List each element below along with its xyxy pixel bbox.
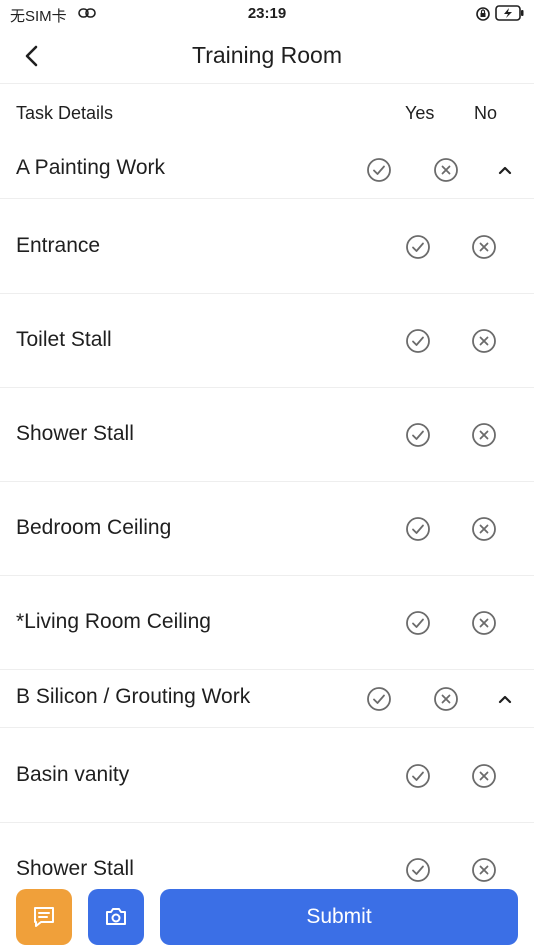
task-label: Basin vanity xyxy=(16,763,130,786)
x-circle-icon xyxy=(472,858,496,882)
task-no-button[interactable] xyxy=(471,328,497,354)
comment-icon xyxy=(34,907,54,927)
section-no-button[interactable] xyxy=(433,686,459,712)
task-yes-button[interactable] xyxy=(405,516,431,542)
task-row: Toilet Stall xyxy=(0,293,534,388)
check-circle-icon xyxy=(406,611,430,635)
nav-bar: Training Room xyxy=(0,28,534,84)
task-row: Shower Stall xyxy=(0,387,534,482)
check-circle-icon xyxy=(406,329,430,353)
task-yes-button[interactable] xyxy=(405,763,431,789)
task-yes-button[interactable] xyxy=(405,328,431,354)
task-yes-button[interactable] xyxy=(405,422,431,448)
status-time: 23:19 xyxy=(247,5,287,22)
x-circle-icon xyxy=(472,517,496,541)
collapse-button[interactable] xyxy=(494,688,516,710)
bottom-action-bar: Submit xyxy=(0,884,534,950)
section-header-painting-work[interactable]: A Painting Work xyxy=(0,141,534,199)
task-yes-button[interactable] xyxy=(405,234,431,260)
section-label: A Painting Work xyxy=(16,156,166,179)
task-label: Shower Stall xyxy=(16,857,134,880)
status-bar: 无SIM卡 23:19 xyxy=(0,0,534,28)
task-row: Basin vanity xyxy=(0,728,534,823)
x-circle-icon xyxy=(472,329,496,353)
chevron-up-icon xyxy=(498,166,512,175)
task-yes-button[interactable] xyxy=(405,857,431,883)
check-circle-icon xyxy=(406,235,430,259)
task-label: Bedroom Ceiling xyxy=(16,516,172,539)
task-row: Entrance xyxy=(0,199,534,294)
task-label: *Living Room Ceiling xyxy=(16,610,211,633)
task-label: Shower Stall xyxy=(16,422,134,445)
battery-icon xyxy=(495,5,525,25)
task-no-button[interactable] xyxy=(471,610,497,636)
task-no-button[interactable] xyxy=(471,763,497,789)
check-circle-icon xyxy=(367,687,391,711)
no-column-header: No xyxy=(474,103,498,123)
x-circle-icon xyxy=(472,611,496,635)
task-row: *Living Room Ceiling xyxy=(0,575,534,670)
check-circle-icon xyxy=(367,158,391,182)
task-yes-button[interactable] xyxy=(405,610,431,636)
task-no-button[interactable] xyxy=(471,857,497,883)
yes-column-header: Yes xyxy=(405,103,435,123)
section-yes-button[interactable] xyxy=(366,686,392,712)
x-circle-icon xyxy=(472,423,496,447)
task-no-button[interactable] xyxy=(471,422,497,448)
section-label: B Silicon / Grouting Work xyxy=(16,685,251,708)
x-circle-icon xyxy=(472,764,496,788)
camera-icon xyxy=(106,908,126,925)
x-circle-icon xyxy=(434,158,458,182)
check-circle-icon xyxy=(406,517,430,541)
collapse-button[interactable] xyxy=(494,159,516,181)
task-details-header: Task Details xyxy=(16,103,114,123)
section-header-silicon-grouting-work[interactable]: B Silicon / Grouting Work xyxy=(0,670,534,728)
check-circle-icon xyxy=(406,423,430,447)
task-label: Entrance xyxy=(16,234,101,257)
check-circle-icon xyxy=(406,858,430,882)
x-circle-icon xyxy=(472,235,496,259)
chevron-up-icon xyxy=(498,695,512,704)
task-no-button[interactable] xyxy=(471,516,497,542)
check-circle-icon xyxy=(406,764,430,788)
section-yes-button[interactable] xyxy=(366,157,392,183)
task-row: Bedroom Ceiling xyxy=(0,481,534,576)
table-header: Task Details Yes No xyxy=(0,84,534,141)
section-no-button[interactable] xyxy=(433,157,459,183)
x-circle-icon xyxy=(434,687,458,711)
comment-button[interactable] xyxy=(16,889,72,945)
page: 无SIM卡 23:19 Training Room Task Details Y… xyxy=(0,0,534,950)
task-no-button[interactable] xyxy=(471,234,497,260)
page-title: Training Room xyxy=(192,42,342,68)
task-label: Toilet Stall xyxy=(16,328,112,351)
submit-button[interactable]: Submit xyxy=(160,889,518,945)
rotation-lock-icon xyxy=(475,6,491,26)
camera-button[interactable] xyxy=(88,889,144,945)
